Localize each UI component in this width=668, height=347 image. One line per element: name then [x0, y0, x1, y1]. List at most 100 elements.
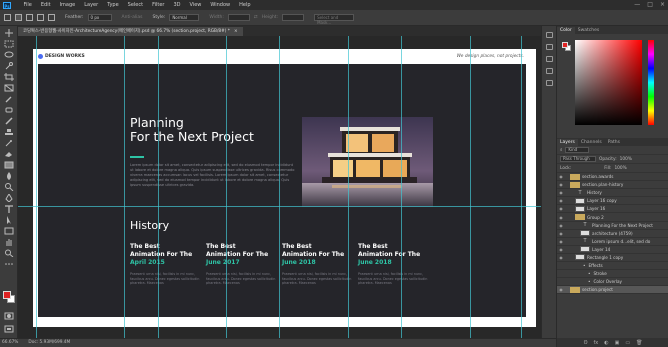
clone-stamp-icon[interactable]	[4, 128, 14, 136]
document-tab-close-icon[interactable]: ×	[234, 27, 238, 36]
document-tab[interactable]: 코딩웍스-반응형웹-사이자인-ArchitectureAgency(메인페이지)…	[18, 27, 243, 36]
add-style-icon[interactable]: fx	[594, 340, 599, 346]
minimize-button[interactable]: —	[634, 1, 640, 8]
menu-item-3d[interactable]: 3D	[169, 2, 185, 8]
layer-row[interactable]: ◉ Layer 16 copy	[557, 197, 668, 206]
intersect-selection-icon[interactable]	[48, 14, 55, 21]
guide-vertical[interactable]	[521, 36, 522, 338]
hue-slider[interactable]	[648, 40, 654, 125]
blend-mode-select[interactable]: Pass Through	[560, 156, 596, 162]
menu-item-select[interactable]: Select	[123, 2, 147, 8]
tab-layers[interactable]: Layers	[557, 139, 578, 146]
menu-item-help[interactable]: Help	[235, 2, 255, 8]
visibility-eye-icon[interactable]: ◉	[557, 223, 565, 228]
new-selection-icon[interactable]	[15, 14, 22, 21]
feather-input[interactable]: 0 px	[87, 14, 112, 21]
opacity-value[interactable]: 100%	[620, 157, 632, 162]
tab-swatches[interactable]: Swatches	[575, 27, 603, 34]
add-selection-icon[interactable]	[26, 14, 33, 21]
character-panel-icon[interactable]	[546, 68, 553, 74]
visibility-eye-icon[interactable]: ◉	[557, 215, 565, 220]
visibility-eye-icon[interactable]: ◉	[557, 247, 565, 252]
layer-row[interactable]: ◉ section.awards	[557, 173, 668, 182]
guide-horizontal[interactable]	[18, 206, 556, 207]
guide-vertical[interactable]	[124, 36, 125, 338]
artboard[interactable]: DESIGN WORKS We design places, not proje…	[33, 49, 536, 327]
eyedropper-tool-icon[interactable]	[4, 95, 14, 103]
hand-tool-icon[interactable]	[4, 238, 14, 246]
new-group-icon[interactable]: ▭	[625, 340, 630, 346]
lasso-tool-icon[interactable]	[4, 51, 14, 59]
visibility-eye-icon[interactable]: ◉	[557, 174, 565, 179]
brush-tool-icon[interactable]	[4, 117, 14, 125]
blur-tool-icon[interactable]	[4, 172, 14, 180]
menu-item-type[interactable]: Type	[103, 2, 123, 8]
type-tool-icon[interactable]	[4, 205, 14, 213]
quick-mask-icon[interactable]	[4, 312, 14, 320]
quick-select-tool-icon[interactable]	[4, 62, 14, 70]
healing-brush-icon[interactable]	[4, 106, 14, 114]
layer-row[interactable]: ◉ Layer 16	[557, 205, 668, 214]
move-tool-icon[interactable]	[4, 29, 14, 37]
layer-row[interactable]: ◉ T Planning For the Next Project	[557, 222, 668, 230]
swap-icon[interactable]: ⇄	[254, 15, 258, 20]
gradient-tool-icon[interactable]	[4, 161, 14, 169]
link-layers-icon[interactable]: ʘ	[584, 340, 588, 346]
saturation-value-field[interactable]	[575, 40, 642, 125]
properties-panel-icon[interactable]	[546, 44, 553, 50]
layer-row[interactable]: ◉ Group 2	[557, 213, 668, 222]
visibility-eye-icon[interactable]: ◉	[557, 239, 565, 244]
guide-vertical[interactable]	[401, 36, 402, 338]
kind-filter-select[interactable]: Kind	[565, 147, 590, 153]
guide-vertical[interactable]	[348, 36, 349, 338]
menu-item-file[interactable]: File	[19, 2, 36, 8]
antialias-checkbox[interactable]: Anti-alias	[122, 15, 143, 20]
crop-tool-icon[interactable]	[4, 73, 14, 81]
history-brush-icon[interactable]	[4, 139, 14, 147]
visibility-eye-icon[interactable]: ◉	[557, 231, 565, 236]
layer-row[interactable]: ◉ architecture (4759)	[557, 230, 668, 238]
subtract-selection-icon[interactable]	[37, 14, 44, 21]
fill-value[interactable]: 100%	[614, 166, 626, 171]
layer-row[interactable]: ◉ T History	[557, 189, 668, 198]
select-and-mask-button[interactable]: Select and Mask...	[314, 14, 355, 25]
tab-color[interactable]: Color	[557, 27, 575, 34]
history-panel-icon[interactable]	[546, 32, 553, 38]
tab-paths[interactable]: Paths	[605, 139, 623, 146]
zoom-level[interactable]: 66.67%	[2, 339, 18, 347]
paragraph-panel-icon[interactable]	[546, 80, 553, 86]
close-button[interactable]: ×	[660, 1, 665, 8]
foreground-color-chip[interactable]	[562, 42, 568, 48]
dodge-tool-icon[interactable]	[4, 183, 14, 191]
layer-row[interactable]: ◉ Rectangle 1 copy	[557, 254, 668, 263]
guide-vertical[interactable]	[279, 36, 280, 338]
menu-item-layer[interactable]: Layer	[80, 2, 103, 8]
marquee-tool-icon[interactable]	[4, 40, 14, 48]
visibility-eye-icon[interactable]: ◉	[557, 255, 565, 260]
visibility-eye-icon[interactable]: ◉	[557, 182, 565, 187]
more-tools-icon[interactable]	[4, 260, 14, 268]
eraser-tool-icon[interactable]	[4, 150, 14, 158]
menu-item-view[interactable]: View	[185, 2, 206, 8]
menu-item-window[interactable]: Window	[206, 2, 235, 8]
guide-vertical[interactable]	[226, 36, 227, 338]
visibility-eye-icon[interactable]: ◉	[557, 190, 565, 195]
width-input[interactable]	[227, 14, 250, 21]
add-mask-icon[interactable]: ◐	[604, 340, 608, 346]
tab-channels[interactable]: Channels	[578, 139, 605, 146]
layer-row[interactable]: • Effects	[557, 262, 668, 271]
adjustment-layer-icon[interactable]: ▣	[615, 340, 620, 346]
visibility-eye-icon[interactable]: ◉	[557, 287, 565, 292]
guide-vertical[interactable]	[158, 36, 159, 338]
delete-layer-icon[interactable]: 🗑	[636, 340, 642, 346]
maximize-button[interactable]: □	[647, 1, 653, 8]
pen-tool-icon[interactable]	[4, 194, 14, 202]
guide-vertical[interactable]	[36, 36, 37, 338]
layer-row[interactable]: ◉ Layer 14	[557, 246, 668, 254]
visibility-eye-icon[interactable]: ◉	[557, 198, 565, 203]
height-input[interactable]	[282, 14, 305, 21]
rectangle-tool-icon[interactable]	[4, 227, 14, 235]
layer-row[interactable]: ◉ T Lorem ipsum d...elit, sed do	[557, 238, 668, 246]
style-select[interactable]: Normal	[169, 14, 200, 21]
adjustments-panel-icon[interactable]	[546, 56, 553, 62]
